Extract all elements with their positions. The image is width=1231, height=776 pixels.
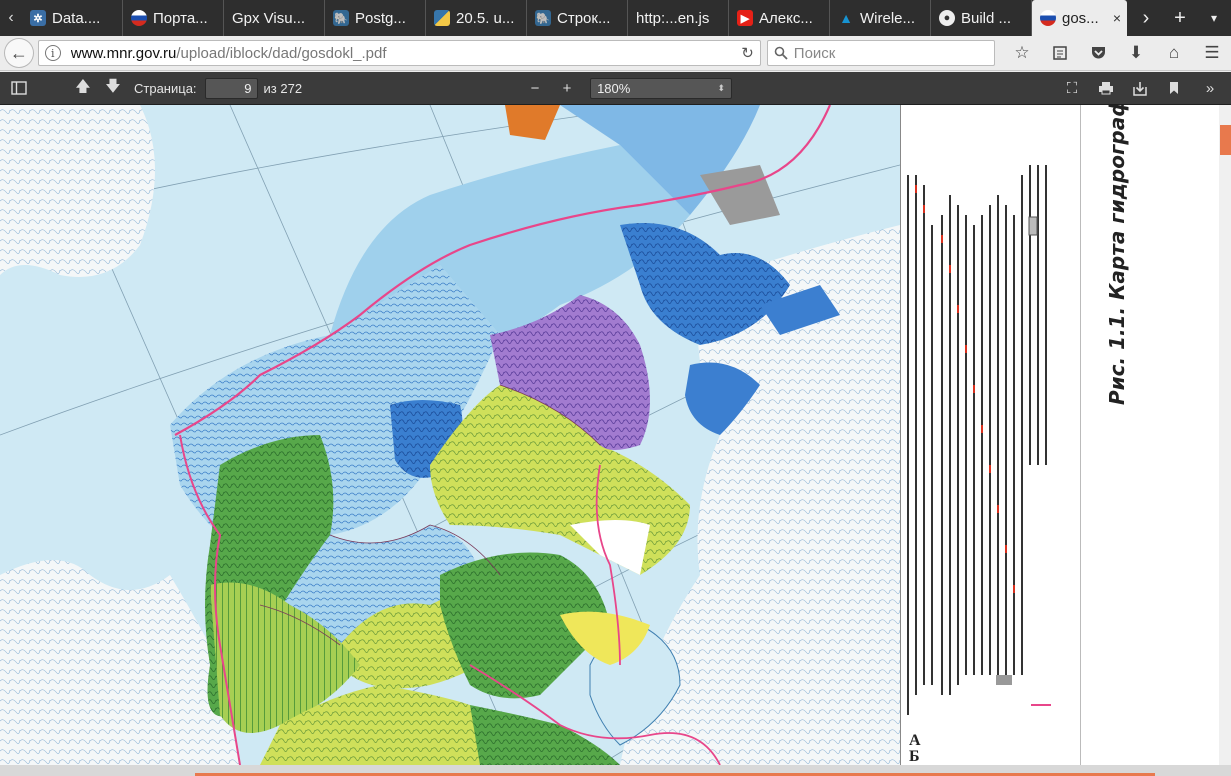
python-icon	[434, 10, 450, 26]
tab[interactable]: ▶ Алекс...	[729, 0, 830, 36]
download-icon[interactable]: ⬇	[1117, 43, 1155, 63]
tab[interactable]: 🐘 Строк...	[527, 0, 628, 36]
url-path: /upload/iblock/dad/gosdokl_.pdf	[176, 44, 387, 62]
zoom-value: 180%	[597, 80, 631, 96]
double-chevron-right-icon: »	[1205, 79, 1215, 97]
figure-caption: Рис. 1.1. Карта гидрографичес	[1105, 105, 1129, 405]
pdf-toolbar-right: ⛶ »	[1057, 75, 1231, 101]
url-bar[interactable]: i www.mnr.gov.ru/upload/iblock/dad/gosdo…	[37, 40, 761, 66]
vertical-scroll-thumb[interactable]	[1220, 125, 1231, 155]
postgres-elephant-icon: 🐘	[535, 10, 551, 26]
figure-caption-column: Рис. 1.1. Карта гидрографичес	[1080, 105, 1219, 765]
youtube-icon: ▶	[737, 10, 753, 26]
pdf-viewer[interactable]: А Б Рис. 1.1. Карта гидрографичес	[0, 105, 1231, 776]
search-placeholder: Поиск	[793, 44, 836, 62]
menu-icon[interactable]: ☰	[1193, 43, 1231, 63]
tab-tools: › + ▾	[1129, 0, 1231, 36]
reload-icon[interactable]: ↻	[741, 44, 754, 62]
tab[interactable]: 20.5. u...	[426, 0, 527, 36]
github-icon: ●	[939, 10, 955, 26]
svg-text:Б: Б	[909, 748, 920, 765]
info-icon[interactable]: i	[44, 45, 61, 61]
tab-strip: ‹ ✲ Data.... Порта... Gpx Visu... 🐘 Post…	[0, 0, 1231, 36]
map-legend: А Б	[900, 105, 1080, 765]
home-icon[interactable]: ⌂	[1155, 43, 1193, 63]
arch-icon: ▲	[839, 10, 853, 26]
tab[interactable]: 🐘 Postg...	[325, 0, 426, 36]
pocket-icon[interactable]	[1079, 45, 1117, 61]
bookmark-star-icon[interactable]: ☆	[1003, 43, 1041, 63]
pdf-toolbar: 🡅 🡇 Страница: 9 из 272 − + 180% ⬍ ⛶ »	[0, 72, 1231, 105]
close-tab-button[interactable]: ×	[1109, 10, 1121, 26]
next-page-button[interactable]: 🡇	[98, 75, 128, 101]
tab[interactable]: ▲ Wirele...	[830, 0, 931, 36]
page-total: из 272	[263, 80, 303, 96]
arrow-left-icon: ←	[9, 42, 28, 63]
search-input[interactable]: Поиск	[766, 40, 995, 66]
url-text: www.mnr.gov.ru/upload/iblock/dad/gosdokl…	[71, 45, 387, 62]
print-button[interactable]	[1091, 75, 1121, 101]
russia-flag-icon	[131, 10, 147, 26]
tab-scroll-left-button[interactable]: ‹	[0, 0, 22, 36]
previous-page-button[interactable]: 🡅	[68, 75, 98, 101]
page-number-input[interactable]: 9	[204, 77, 258, 99]
tab[interactable]: http:...en.js	[628, 0, 729, 36]
tab-scroll-right-button[interactable]: ›	[1129, 7, 1163, 30]
back-button[interactable]: ←	[4, 38, 34, 68]
save-button[interactable]	[1125, 75, 1155, 101]
tab[interactable]: ✲ Data....	[22, 0, 123, 36]
browser-window: ‹ ✲ Data.... Порта... Gpx Visu... 🐘 Post…	[0, 0, 1231, 776]
tab[interactable]: ● Build ...	[931, 0, 1032, 36]
tools-button[interactable]: »	[1195, 75, 1225, 101]
zoom-in-button[interactable]: +	[552, 75, 582, 101]
hydrographic-map	[0, 105, 900, 765]
tab-active[interactable]: gos... ×	[1032, 0, 1127, 36]
url-host: www.mnr.gov.ru	[70, 44, 177, 62]
new-tab-button[interactable]: +	[1163, 7, 1197, 30]
vertical-scrollbar[interactable]	[1219, 105, 1231, 765]
search-icon	[774, 46, 788, 60]
updown-arrows-icon: ⬍	[717, 82, 726, 93]
bookmark-button[interactable]	[1159, 75, 1189, 101]
gear-icon: ✲	[30, 10, 46, 26]
page-label: Страница:	[134, 80, 197, 96]
postgres-elephant-icon: 🐘	[333, 10, 349, 26]
russia-flag-icon	[1040, 10, 1056, 26]
arrow-up-icon: 🡅	[75, 77, 91, 95]
zoom-select[interactable]: 180% ⬍	[590, 77, 733, 99]
tab[interactable]: Gpx Visu...	[224, 0, 325, 36]
nav-toolbar-icons: ☆ ⬇ ⌂ ☰	[1003, 43, 1231, 63]
reader-view-icon[interactable]	[1041, 45, 1079, 61]
plus-icon: +	[562, 79, 572, 97]
navigation-bar: ← i www.mnr.gov.ru/upload/iblock/dad/gos…	[0, 36, 1231, 71]
presentation-mode-button[interactable]: ⛶	[1057, 75, 1087, 101]
tab[interactable]: Порта...	[123, 0, 224, 36]
minus-icon: −	[530, 79, 540, 97]
zoom-out-button[interactable]: −	[520, 75, 550, 101]
sidebar-toggle-button[interactable]	[4, 75, 34, 101]
pdf-page: А Б Рис. 1.1. Карта гидрографичес	[0, 105, 1219, 765]
legend-graphic: А Б	[907, 165, 1051, 765]
fullscreen-icon: ⛶	[1066, 79, 1078, 97]
svg-text:А: А	[909, 732, 921, 749]
arrow-down-icon: 🡇	[105, 77, 121, 95]
list-all-tabs-button[interactable]: ▾	[1197, 11, 1231, 25]
